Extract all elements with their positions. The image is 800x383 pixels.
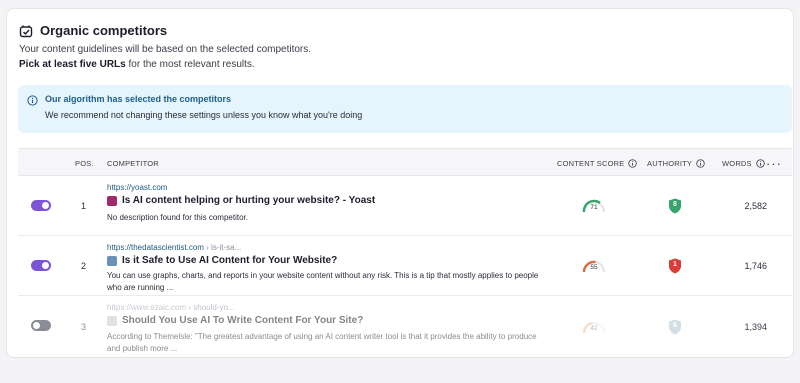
content-score-label: CONTENT SCORE	[557, 159, 625, 168]
content-score-gauge: 55	[580, 255, 608, 275]
authority-info-icon[interactable]	[696, 159, 705, 168]
competitor-title-text: Is it Safe to Use AI Content for Your We…	[122, 255, 338, 266]
card-subtitle-hint: Pick at least five URLs for the most rel…	[19, 59, 255, 70]
info-icon	[27, 95, 38, 106]
content-score-gauge: 42	[580, 316, 608, 336]
table-row: 1 https://yoast.com Is AI content helpin…	[18, 176, 792, 236]
authority-badge: 1	[668, 258, 682, 274]
competitor-description: According to Themelsle: "The greatest ad…	[107, 332, 537, 353]
content-score-value: 71	[590, 204, 598, 211]
word-count: 2,582	[744, 201, 767, 211]
authority-badge: 6	[668, 319, 682, 335]
competitor-toggle[interactable]	[31, 320, 51, 331]
more-options-icon[interactable]: ···	[766, 156, 782, 171]
table-row: 2 https://thedatascientist.com › is-it-s…	[18, 236, 792, 296]
competitor-title-text: Should You Use AI To Write Content For Y…	[122, 315, 364, 326]
card-header: Organic competitors	[19, 23, 167, 38]
table-row: 3 https://www.ezaic.com › should-yo... S…	[18, 296, 792, 358]
row-position: 3	[81, 322, 87, 332]
content-score-value: 55	[590, 264, 598, 271]
site-favicon-icon	[107, 255, 117, 266]
competitor-toggle[interactable]	[31, 200, 51, 211]
words-label: WORDS	[722, 159, 752, 168]
notice-body: We recommend not changing these settings…	[45, 110, 363, 120]
content-score-value: 42	[590, 325, 598, 332]
column-authority[interactable]: AUTHORITY	[647, 159, 705, 168]
column-pos[interactable]: POS.	[75, 159, 94, 168]
competitor-toggle[interactable]	[31, 260, 51, 271]
url-base: https://thedatascientist.com	[107, 243, 204, 252]
card-subtitle: Your content guidelines will be based on…	[19, 44, 312, 55]
row-position: 1	[81, 201, 87, 211]
competitor-title[interactable]: Is AI content helping or hurting your we…	[107, 195, 375, 206]
url-suffix: › should-yo...	[186, 303, 235, 312]
competitor-description: You can use graphs, charts, and reports …	[107, 271, 539, 292]
site-favicon-icon	[107, 315, 117, 326]
authority-value: 6	[673, 322, 677, 329]
competitor-url[interactable]: https://www.ezaic.com › should-yo...	[107, 303, 235, 312]
site-favicon-icon	[107, 195, 117, 206]
hint-rest: for the most relevant results.	[125, 59, 255, 70]
row-position: 2	[81, 261, 87, 271]
url-base: https://www.ezaic.com	[107, 303, 187, 312]
table-header: POS. COMPETITOR CONTENT SCORE AUTHORITY …	[18, 148, 792, 176]
content-score-gauge: 71	[580, 195, 608, 215]
words-info-icon[interactable]	[756, 159, 765, 168]
column-competitor[interactable]: COMPETITOR	[107, 159, 159, 168]
organic-competitors-card: Organic competitors Your content guideli…	[6, 8, 794, 358]
competitor-description: No description found for this competitor…	[107, 213, 248, 222]
url-suffix: › is-it-sa...	[203, 243, 242, 252]
authority-label: AUTHORITY	[647, 159, 693, 168]
column-content-score[interactable]: CONTENT SCORE	[557, 159, 638, 168]
card-title: Organic competitors	[40, 23, 168, 38]
word-count: 1,746	[744, 261, 767, 271]
hint-bold: Pick at least five URLs	[19, 59, 126, 70]
competitor-url[interactable]: https://thedatascientist.com › is-it-sa.…	[107, 243, 241, 252]
url-base: https://yoast.com	[107, 183, 168, 192]
content-score-info-icon[interactable]	[628, 159, 638, 168]
competitors-icon	[19, 25, 33, 37]
competitor-title[interactable]: Is it Safe to Use AI Content for Your We…	[107, 255, 337, 266]
competitors-table: POS. COMPETITOR CONTENT SCORE AUTHORITY …	[18, 148, 792, 358]
notice-title: Our algorithm has selected the competito…	[45, 94, 232, 104]
authority-value: 8	[673, 201, 677, 208]
competitor-title[interactable]: Should You Use AI To Write Content For Y…	[107, 315, 363, 326]
competitor-url[interactable]: https://yoast.com	[107, 183, 167, 192]
word-count: 1,394	[744, 322, 767, 332]
column-words[interactable]: WORDS	[722, 159, 765, 168]
competitor-title-text: Is AI content helping or hurting your we…	[122, 195, 376, 206]
authority-value: 1	[673, 261, 677, 268]
algorithm-notice: Our algorithm has selected the competito…	[18, 85, 792, 133]
authority-badge: 8	[668, 198, 682, 214]
